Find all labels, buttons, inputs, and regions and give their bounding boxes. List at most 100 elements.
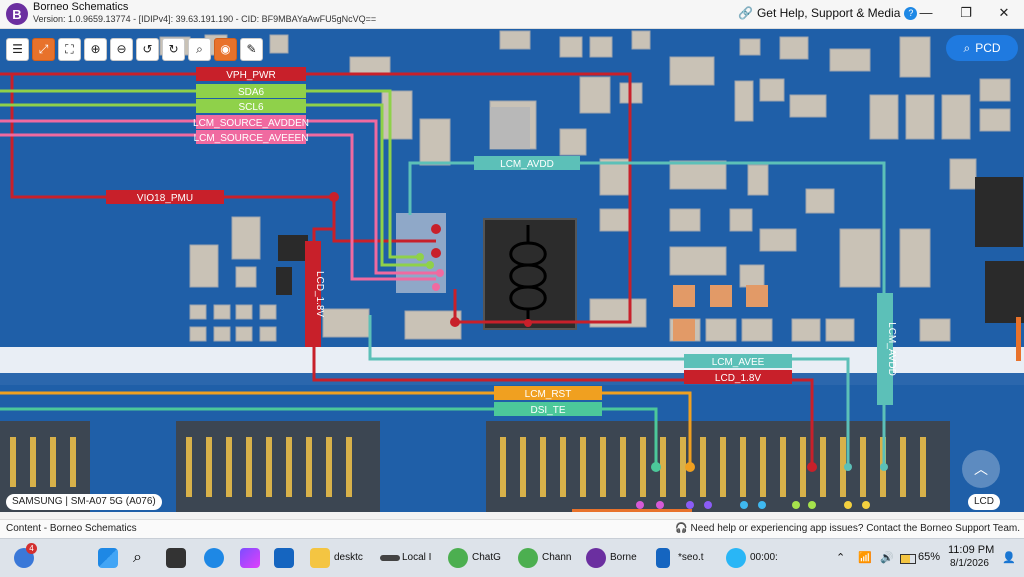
scroll-top-button[interactable]: ︿ (962, 450, 1000, 488)
net-vph-pwr-label: VPH_PWR (226, 70, 275, 81)
taskbar-item-local[interactable]: Local I (402, 552, 431, 563)
lcd-badge[interactable]: LCD (968, 494, 1001, 510)
list-icon[interactable]: ☰ (6, 38, 29, 61)
search-icon[interactable]: ⌕ (188, 38, 211, 61)
minimize-button[interactable]: — (912, 4, 940, 22)
pad (259, 304, 277, 320)
board-view: VPH_PWR SDA6 SCL6 LCM_SOURCE_AVDDEN LCM_… (0, 29, 1024, 512)
dark-chip (278, 235, 296, 261)
pad (705, 318, 737, 342)
net-scl6-label: SCL6 (238, 102, 263, 113)
net-vio18-pmu-label: VIO18_PMU (137, 193, 193, 204)
pad (579, 76, 611, 114)
app-version: Version: 1.0.9659.13774 - [IDIPv4]: 39.6… (33, 14, 377, 24)
chrome-icon[interactable] (518, 548, 538, 568)
folder-icon[interactable] (310, 548, 330, 568)
status-right: 🎧 Need help or experiencing app issues? … (675, 523, 1020, 534)
dark-ic-right (975, 177, 1023, 247)
schematic-canvas[interactable]: VPH_PWR SDA6 SCL6 LCM_SOURCE_AVDDEN LCM_… (0, 29, 1024, 512)
borneo-icon[interactable] (586, 548, 606, 568)
draw-icon[interactable]: ✎ (240, 38, 263, 61)
pad (559, 36, 583, 58)
taskbar-item-borneo[interactable]: Borne (610, 552, 637, 563)
pad (791, 318, 821, 342)
pad (979, 108, 1011, 132)
mouse-icon[interactable]: ◉ (214, 38, 237, 61)
net-lcm-avdd-vertical-label: LCM_AVDD (886, 322, 897, 376)
clock-date[interactable]: 8/1/2026 (950, 558, 989, 569)
net-lcm-source-aveeen-label: LCM_SOURCE_AVEEEN (194, 133, 309, 144)
pcd-label: PCD (975, 41, 1001, 55)
pad (673, 319, 695, 341)
pad (710, 285, 732, 307)
rotate-left-icon[interactable]: ↺ (136, 38, 159, 61)
net-lcm-avee-label: LCM_AVEE (712, 357, 765, 368)
pad (189, 326, 207, 342)
status-bar: Content - Borneo Schematics 🎧 Need help … (0, 519, 1024, 538)
pad (673, 285, 695, 307)
help-label: Get Help, Support & Media (756, 6, 901, 20)
search-icon[interactable]: ⌕ (133, 548, 153, 568)
pad (869, 94, 899, 140)
close-button[interactable]: ✕ (990, 4, 1018, 22)
fullscreen-icon[interactable]: ⛶ (58, 38, 81, 61)
store-icon[interactable] (274, 548, 294, 568)
pad (235, 326, 253, 342)
pad (269, 34, 289, 54)
taskbar-item-timer[interactable]: 00:00: (750, 552, 778, 563)
chrome-icon[interactable] (448, 548, 468, 568)
support-text: Need help or experiencing app issues? Co… (690, 523, 1020, 534)
model-badge: SAMSUNG | SM-A07 5G (A076) (6, 494, 162, 510)
user-icon[interactable]: 👤 (1002, 551, 1016, 564)
horizontal-scroll-indicator (572, 509, 692, 512)
pad (669, 160, 727, 190)
pad (759, 228, 797, 252)
drive-icon[interactable] (380, 555, 400, 561)
taskbar-item-chatgpt[interactable]: ChatG (472, 552, 501, 563)
pad (499, 30, 531, 50)
taskbar-item-desktop[interactable]: desktc (334, 552, 363, 563)
dark-chip (276, 267, 292, 295)
canvas-toolbar: ☰ ⤢ ⛶ ⊕ ⊖ ↺ ↻ ⌕ ◉ ✎ (6, 38, 263, 61)
pad (189, 244, 219, 288)
pad (741, 318, 773, 342)
pad (839, 228, 881, 288)
rotate-right-icon[interactable]: ↻ (162, 38, 185, 61)
zoom-out-icon[interactable]: ⊖ (110, 38, 133, 61)
maximize-button[interactable]: ❐ (952, 4, 980, 22)
pad (589, 36, 613, 58)
pad (829, 48, 871, 72)
clock-time[interactable]: 11:09 PM (948, 544, 994, 556)
taskbar-item-channel[interactable]: Chann (542, 552, 571, 563)
metal-can (490, 107, 530, 149)
pad (805, 188, 835, 214)
wifi-icon[interactable]: 📶 (858, 551, 872, 564)
pad (349, 56, 391, 76)
edge-icon[interactable] (204, 548, 224, 568)
pad (189, 304, 207, 320)
notepad-icon[interactable] (656, 548, 670, 568)
chevron-up-icon[interactable]: ⌃ (836, 551, 845, 564)
net-lcd-1v8-vertical-label: LCD_1.8V (314, 271, 325, 317)
pad (381, 90, 413, 140)
pad (599, 208, 631, 232)
net-lcd-1v8-label: LCD_1.8V (715, 373, 761, 384)
copilot-icon[interactable] (240, 548, 260, 568)
volume-icon[interactable]: 🔊 (880, 551, 894, 564)
recorder-icon[interactable] (726, 548, 746, 568)
battery-icon[interactable] (900, 554, 916, 564)
pad (979, 78, 1011, 102)
zoom-in-icon[interactable]: ⊕ (84, 38, 107, 61)
windows-start-icon[interactable] (98, 548, 118, 568)
pad (669, 246, 727, 276)
taskbar-item-seo[interactable]: *seo.t (678, 552, 704, 563)
task-view-icon[interactable] (166, 548, 186, 568)
pad (919, 318, 951, 342)
pcd-button[interactable]: ⌕ PCD (946, 35, 1018, 61)
fit-icon[interactable]: ⤢ (32, 38, 55, 61)
net-sda6-label: SDA6 (238, 87, 265, 98)
app-title: Borneo Schematics (33, 1, 129, 13)
link-icon: 🔗 (738, 6, 753, 20)
pad (669, 56, 715, 86)
help-link[interactable]: 🔗 Get Help, Support & Media ? (738, 6, 918, 20)
